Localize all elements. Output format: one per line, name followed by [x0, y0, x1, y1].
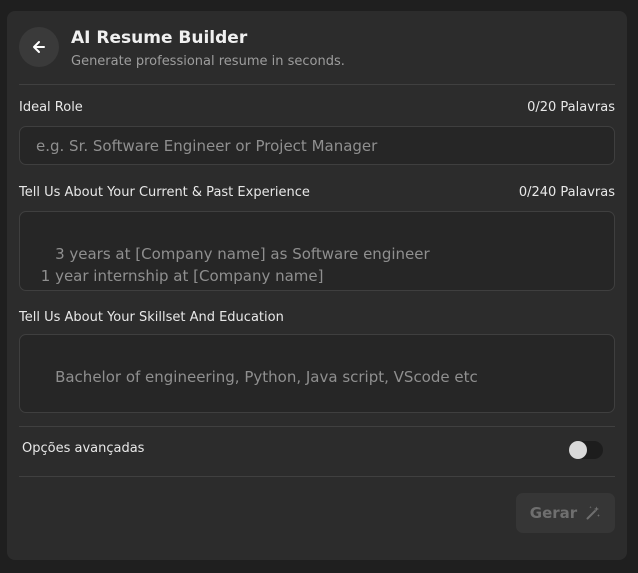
experience-label: Tell Us About Your Current & Past Experi… [19, 185, 310, 200]
ideal-role-label: Ideal Role [19, 100, 83, 115]
header: AI Resume Builder Generate professional … [19, 27, 615, 85]
experience-word-counter: 0/240 Palavras [518, 185, 615, 200]
header-divider [19, 84, 615, 85]
toggle-knob [569, 441, 587, 459]
experience-placeholder: 3 years at [Company name] as Software en… [40, 245, 430, 285]
page-title: AI Resume Builder [71, 28, 248, 48]
back-button[interactable] [19, 27, 59, 67]
ideal-role-input[interactable]: e.g. Sr. Software Engineer or Project Ma… [19, 126, 615, 165]
generate-button[interactable]: Gerar [516, 493, 615, 533]
ideal-role-placeholder: e.g. Sr. Software Engineer or Project Ma… [36, 136, 378, 155]
skills-placeholder: Bachelor of engineering, Python, Java sc… [55, 368, 478, 386]
resume-builder-panel: AI Resume Builder Generate professional … [7, 11, 627, 560]
page-subtitle: Generate professional resume in seconds. [71, 54, 345, 69]
ideal-role-word-counter: 0/20 Palavras [527, 100, 615, 115]
generate-button-label: Gerar [529, 504, 578, 522]
skills-textarea[interactable]: Bachelor of engineering, Python, Java sc… [19, 334, 615, 413]
arrow-left-icon [31, 39, 47, 55]
advanced-divider-top [19, 426, 615, 427]
skills-label: Tell Us About Your Skillset And Educatio… [19, 310, 284, 325]
advanced-options-label: Opções avançadas [22, 441, 145, 456]
advanced-divider-bottom [19, 476, 615, 477]
experience-textarea[interactable]: 3 years at [Company name] as Software en… [19, 211, 615, 291]
advanced-options-toggle[interactable] [569, 441, 603, 459]
magic-wand-icon [585, 505, 601, 521]
